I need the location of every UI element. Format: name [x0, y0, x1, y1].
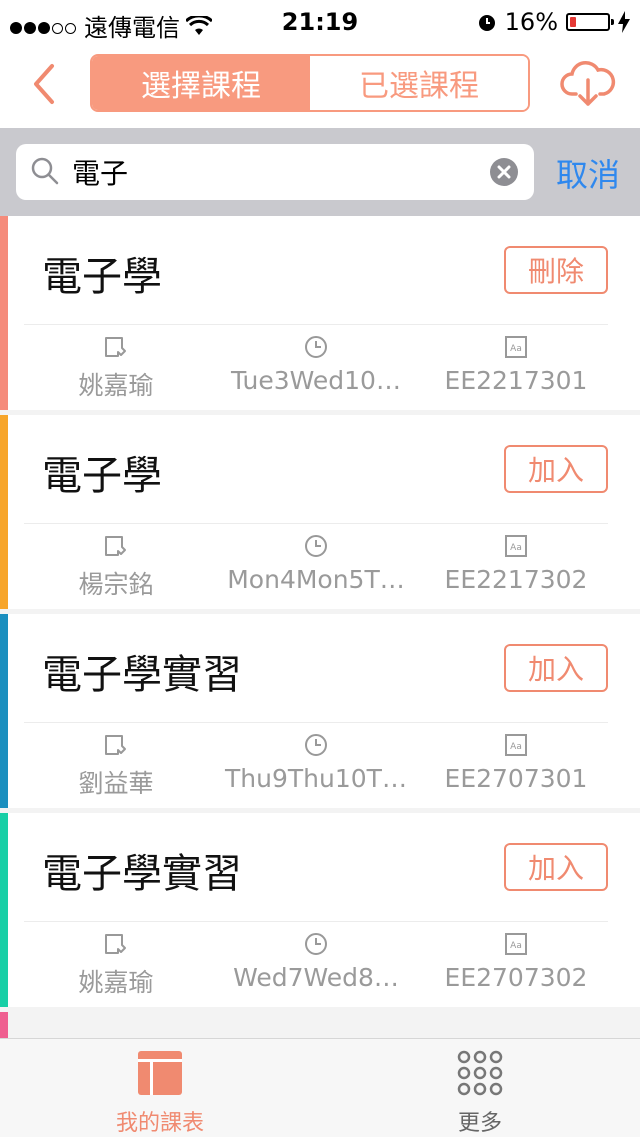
grid-dots-icon: [457, 1050, 503, 1096]
time-slots: Thu9Thu10T…: [225, 764, 407, 793]
divider: [24, 921, 608, 922]
clock-icon: [305, 535, 327, 557]
course-time: Tue3Wed10…: [216, 334, 416, 395]
course-code: Aa EE2217301: [416, 334, 616, 395]
course-card[interactable]: 電子學實習 加入劉益華 Thu9Thu10T… Aa EE2707301: [0, 614, 640, 808]
svg-text:Aa: Aa: [510, 344, 522, 354]
course-card[interactable]: 電子學 刪除姚嘉瑜 Tue3Wed10… Aa EE2217301: [0, 216, 640, 410]
time-slots: Mon4Mon5T…: [227, 565, 405, 594]
course-time: Wed7Wed8…: [216, 931, 416, 992]
search-input[interactable]: [72, 152, 482, 192]
course-code: Aa EE2217302: [416, 533, 616, 594]
clock-icon: [305, 933, 327, 955]
course-name: 電子學: [42, 453, 162, 499]
course-name: 電子學: [42, 254, 162, 300]
course-teacher: 姚嘉瑜: [16, 931, 216, 999]
course-card[interactable]: 電子學實習 加入姚嘉瑜 Wed7Wed8… Aa EE2707302: [0, 813, 640, 1007]
divider: [24, 324, 608, 325]
divider: [24, 523, 608, 524]
code-value: EE2707302: [444, 963, 588, 992]
course-time: Thu9Thu10T…: [216, 732, 416, 793]
status-bar: 遠傳電信 21:19 16%: [0, 0, 640, 42]
cancel-button[interactable]: 取消: [556, 150, 620, 196]
text-code-icon: Aa: [505, 734, 527, 756]
clock-icon: [305, 336, 327, 358]
clear-search-icon[interactable]: [490, 158, 518, 186]
tab-my-schedule-label: 我的課表: [115, 1111, 204, 1136]
course-name: 電子學實習: [42, 652, 242, 698]
course-color-bar: [0, 813, 8, 1007]
svg-text:Aa: Aa: [510, 941, 522, 951]
course-action-button[interactable]: 刪除: [504, 246, 608, 294]
text-code-icon: Aa: [505, 336, 527, 358]
course-code: Aa EE2707301: [416, 732, 616, 793]
course-teacher: 楊宗銘: [16, 533, 216, 601]
course-code: Aa EE2707302: [416, 931, 616, 992]
edit-note-icon: [105, 536, 126, 556]
alarm-icon: [478, 15, 495, 31]
search-bar: 取消: [0, 128, 640, 216]
course-teacher: 劉益華: [16, 732, 216, 800]
course-time: Mon4Mon5T…: [216, 533, 416, 594]
back-chevron-icon[interactable]: [26, 60, 66, 108]
tab-bar: 我的課表 更多: [0, 1038, 640, 1137]
course-card[interactable]: 電子學 加入楊宗銘 Mon4Mon5T… Aa EE2217302: [0, 415, 640, 609]
code-value: EE2707301: [444, 764, 588, 793]
course-action-button[interactable]: 加入: [504, 843, 608, 891]
tab-selected-courses[interactable]: 已選課程: [310, 56, 528, 110]
cloud-download-icon[interactable]: [560, 58, 616, 110]
svg-text:Aa: Aa: [510, 742, 522, 752]
teacher-name: 姚嘉瑜: [78, 371, 154, 400]
calendar-icon: [138, 1051, 182, 1095]
edit-note-icon: [105, 337, 126, 357]
battery-icon: [566, 13, 614, 31]
time-slots: Tue3Wed10…: [231, 366, 401, 395]
text-code-icon: Aa: [505, 933, 527, 955]
course-name: 電子學實習: [42, 851, 242, 897]
course-teacher: 姚嘉瑜: [16, 334, 216, 402]
teacher-name: 姚嘉瑜: [78, 968, 154, 997]
divider: [24, 722, 608, 723]
course-action-button[interactable]: 加入: [504, 445, 608, 493]
code-value: EE2217301: [444, 366, 588, 395]
course-color-bar: [0, 216, 8, 410]
search-field: [16, 144, 534, 200]
clock-icon: [305, 734, 327, 756]
edit-note-icon: [105, 934, 126, 954]
code-value: EE2217302: [444, 565, 588, 594]
teacher-name: 劉益華: [78, 769, 154, 798]
course-color-bar: [0, 614, 8, 808]
nav-bar: 選擇課程 已選課程: [0, 42, 640, 128]
time-slots: Wed7Wed8…: [233, 963, 399, 992]
teacher-name: 楊宗銘: [78, 570, 154, 599]
svg-text:Aa: Aa: [510, 543, 522, 553]
battery-percent: 16%: [504, 8, 558, 36]
segmented-control: 選擇課程 已選課程: [90, 54, 530, 112]
tab-more-label: 更多: [457, 1111, 502, 1136]
course-color-bar: [0, 415, 8, 609]
tab-select-courses[interactable]: 選擇課程: [92, 56, 310, 110]
course-action-button[interactable]: 加入: [504, 644, 608, 692]
edit-note-icon: [105, 735, 126, 755]
next-card-color-bar: [0, 1012, 8, 1038]
tab-my-schedule[interactable]: 我的課表: [0, 1049, 320, 1137]
text-code-icon: Aa: [505, 535, 527, 557]
charging-icon: [618, 11, 630, 33]
search-icon: [31, 157, 59, 185]
tab-more[interactable]: 更多: [320, 1049, 640, 1137]
